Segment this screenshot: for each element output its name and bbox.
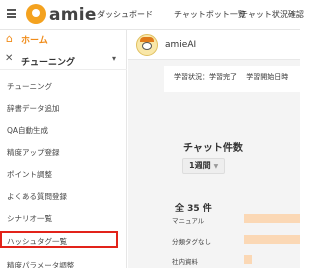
user-name: amieAI [165,40,197,50]
app-name[interactable]: amie [49,5,97,25]
category-bar [244,255,252,264]
user-card: amieAI [128,30,300,60]
chat-count-title: チャット件数 [183,143,243,154]
category-label: マニュアル [172,217,205,225]
learning-status: 学習状況：学習完了 学習開始日時 [174,73,289,81]
sidebar-item-faq[interactable]: よくある質問登録 [0,186,127,206]
sidebar-item-accuracy[interactable]: 精度アップ登録 [0,142,127,162]
sidebar-item-scenarios[interactable]: シナリオ一覧 [0,208,127,228]
avatar [136,34,158,56]
sidebar-item-points[interactable]: ポイント調整 [0,164,127,184]
amie-logo-icon[interactable] [26,4,46,24]
sidebar-item-label: QA自動生成 [7,126,49,135]
sidebar-item-dictionary[interactable]: 辞書データ追加 [0,98,127,118]
sidebar-item-hashtags[interactable]: ハッシュタグ一覧 [0,231,118,248]
caret-down-icon: ▼ [213,163,219,170]
category-bar [244,235,300,244]
sidebar-item-label: 精度パラメータ調整 [7,261,75,268]
sidebar-item-label: 精度アップ登録 [7,148,60,157]
sidebar-item-precision-params[interactable]: 精度パラメータ調整 [0,255,127,268]
sidebar-item-label: ポイント調整 [7,170,52,179]
sidebar: ⌂ ホーム ✕ チューニング ▾ チューニング 辞書データ追加 QA自動生成 精… [0,30,127,268]
period-value: 1週間 [189,161,211,170]
nav-dashboard[interactable]: ダッシュボード [97,9,153,20]
sidebar-item-label: シナリオ一覧 [7,214,52,223]
sidebar-item-label: ホーム [21,36,48,46]
sidebar-item-label: よくある質問登録 [7,192,67,201]
top-bar: amie ダッシュボード チャットボット一覧 チャット状況確認 [0,0,304,30]
sidebar-section-tuning[interactable]: ✕ チューニング ▾ [0,50,127,70]
category-bar [244,214,300,223]
sidebar-item-home[interactable]: ⌂ ホーム [0,30,127,46]
nav-chat-status[interactable]: チャット状況確認 [240,9,304,20]
sidebar-item-tuning[interactable]: チューニング [0,76,127,96]
chevron-down-icon: ▾ [112,54,117,63]
sidebar-item-label: チューニング [7,82,52,91]
home-icon: ⌂ [6,32,13,45]
sidebar-item-label: 辞書データ追加 [7,104,60,113]
nav-chatbot-list[interactable]: チャットボット一覧 [174,9,246,20]
chat-total: 全 35 件 [175,204,212,214]
period-select[interactable]: 1週間 ▼ [182,158,226,174]
sidebar-item-label: ハッシュタグ一覧 [7,237,67,246]
sidebar-item-qa-generate[interactable]: QA自動生成 [0,120,127,140]
status-card: 学習状況：学習完了 学習開始日時 [164,66,300,92]
sidebar-section-label: チューニング [21,58,76,68]
category-label: 分類タグなし [172,238,211,246]
category-label: 社内資料 [172,258,198,266]
menu-icon[interactable] [7,9,16,18]
tools-icon: ✕ [5,53,14,64]
